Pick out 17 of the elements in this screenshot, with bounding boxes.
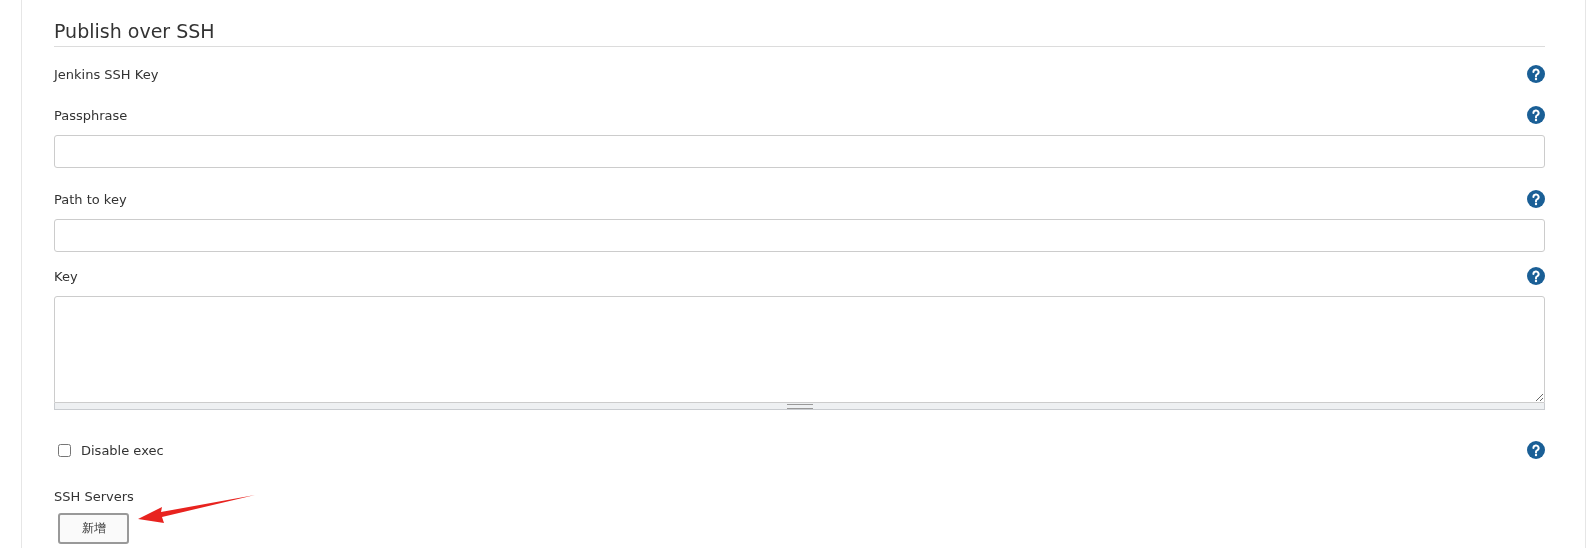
help-icon[interactable] [1527, 106, 1545, 124]
help-icon[interactable] [1527, 441, 1545, 459]
help-icon[interactable] [1527, 267, 1545, 285]
field-label: Key [54, 268, 78, 284]
help-icon[interactable] [1527, 190, 1545, 208]
field-label: Jenkins SSH Key [54, 66, 159, 82]
section-title: Publish over SSH [54, 20, 215, 42]
field-label: SSH Servers [54, 489, 134, 504]
checkbox[interactable] [58, 443, 71, 457]
field-label: Passphrase [54, 107, 128, 123]
field-label: Path to key [54, 191, 127, 207]
text-field[interactable] [54, 219, 1545, 252]
add-button[interactable]: 新增 [58, 513, 129, 544]
help-icon[interactable] [1527, 65, 1545, 83]
resize-handle[interactable] [54, 403, 1545, 410]
text-field[interactable] [54, 135, 1545, 168]
field-label: Disable exec [81, 442, 164, 458]
